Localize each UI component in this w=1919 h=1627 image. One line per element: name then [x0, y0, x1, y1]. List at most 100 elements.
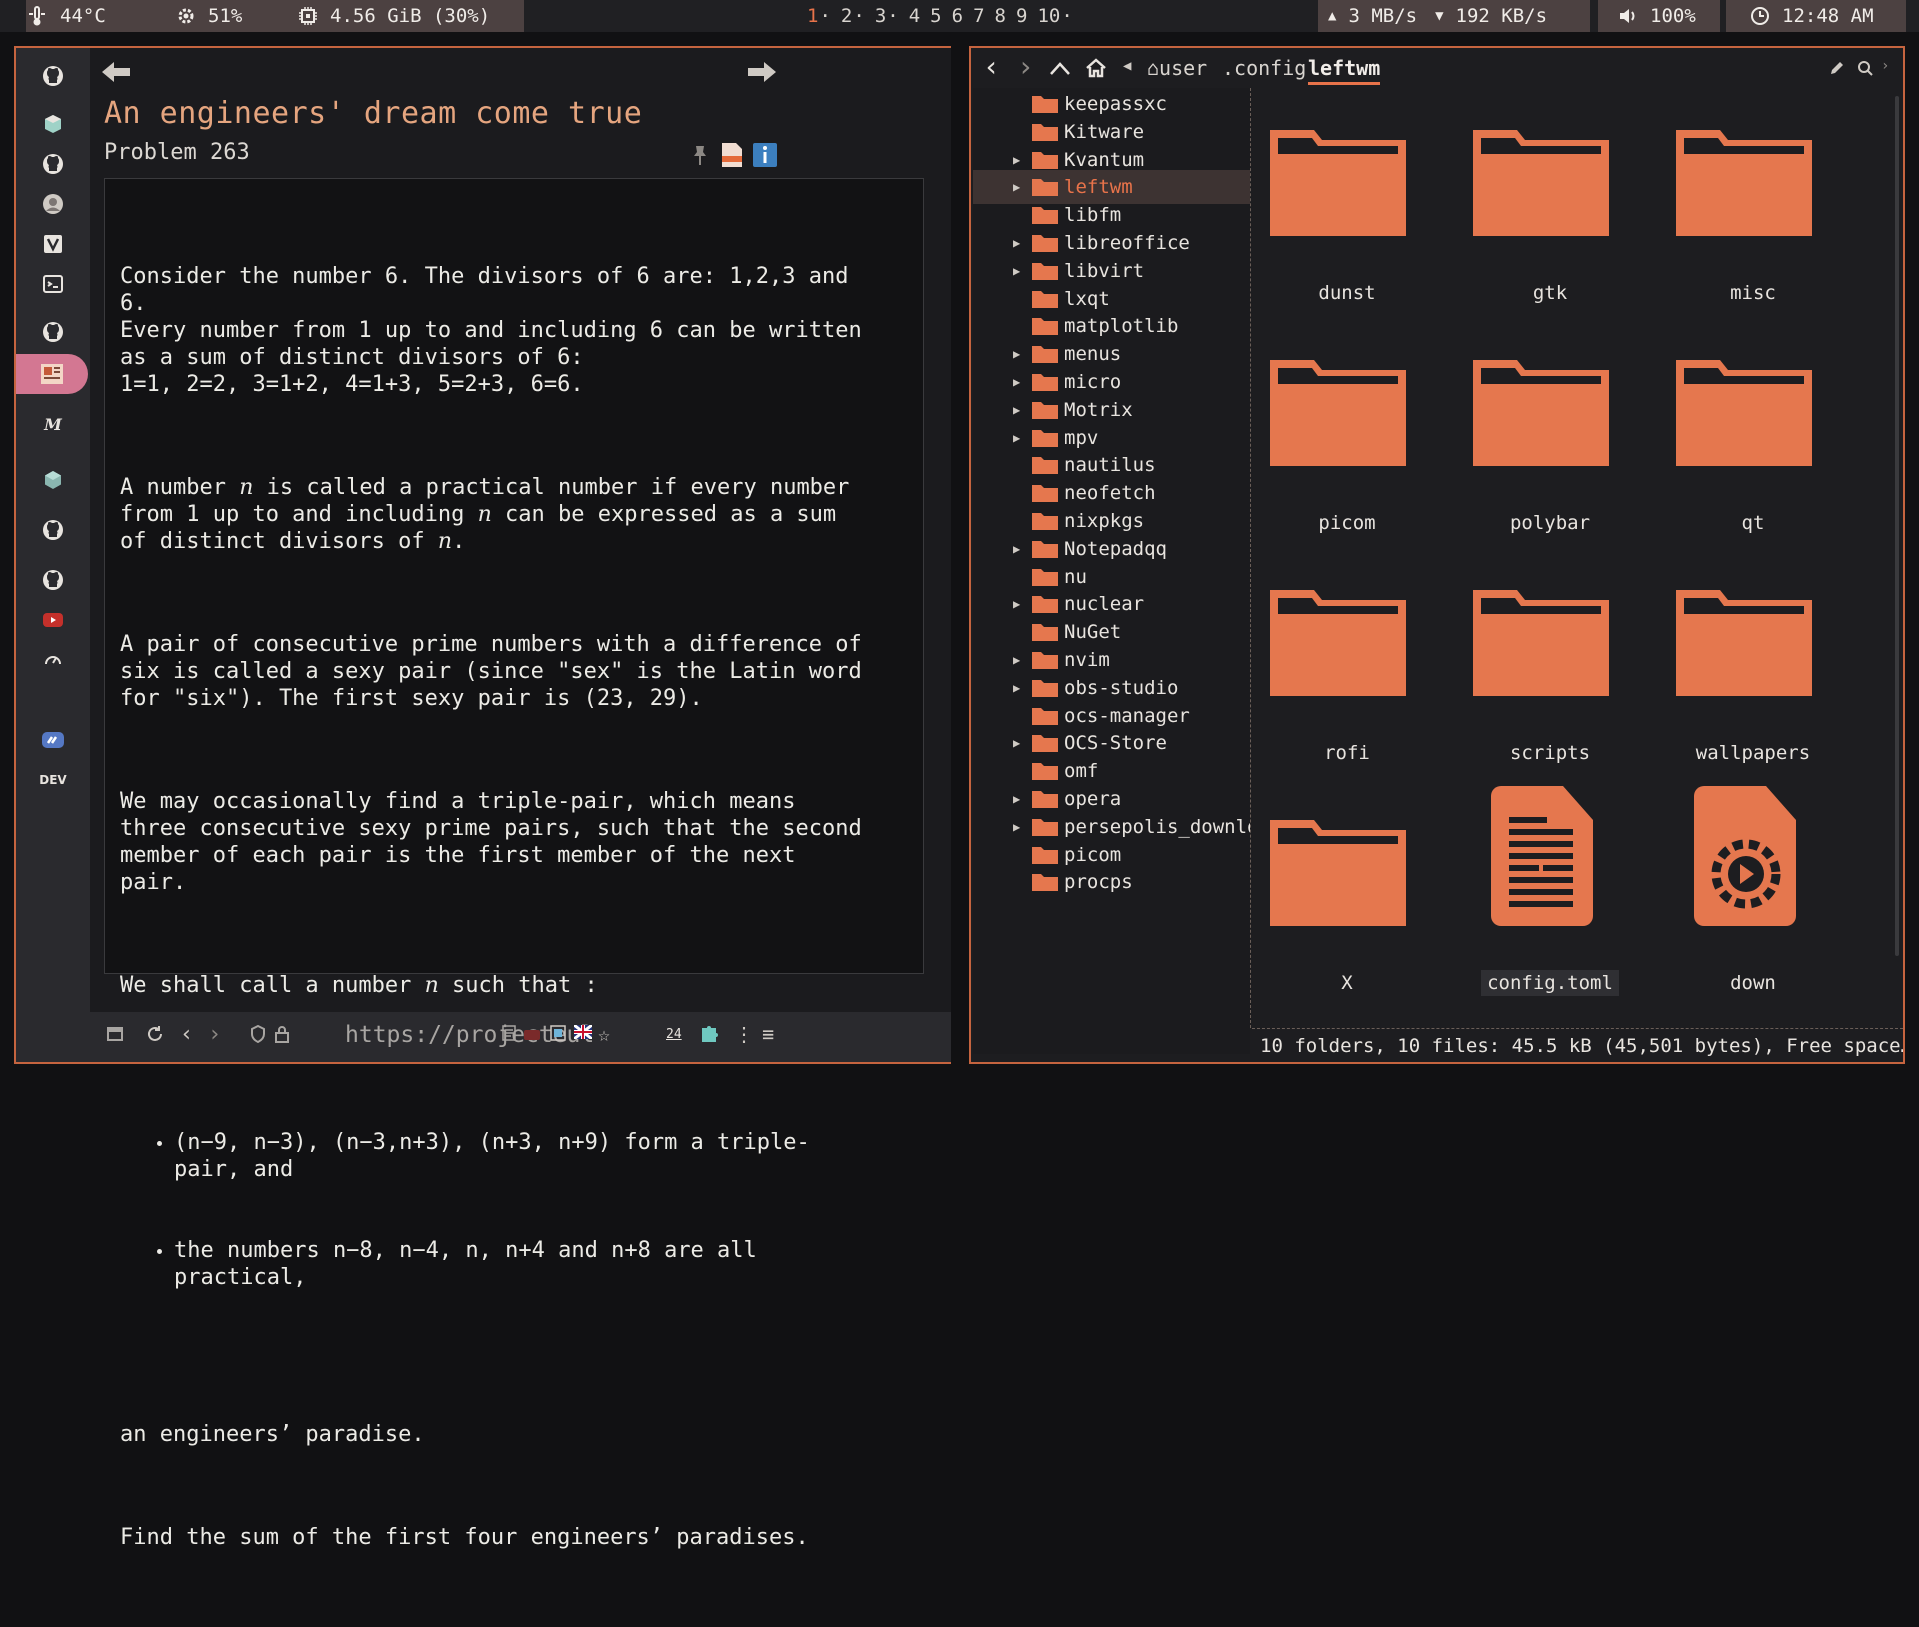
expand-arrow-icon[interactable]: ▶ [1013, 153, 1020, 167]
forward-chevron-icon[interactable]: › [208, 1022, 221, 1047]
ext-grid-icon[interactable] [550, 1025, 566, 1041]
edit-path-icon[interactable] [1829, 60, 1845, 76]
grid-item-down[interactable]: down [1668, 784, 1838, 1004]
pane-divider[interactable] [1250, 88, 1251, 1028]
folder-icon [1031, 678, 1059, 698]
grid-item-misc[interactable]: misc [1668, 120, 1838, 340]
grid-item-wallpapers[interactable]: wallpapers [1668, 580, 1838, 800]
expand-arrow-icon[interactable]: ▶ [1013, 597, 1020, 611]
grid-item-x[interactable]: X [1262, 810, 1432, 1028]
tree-item-label: libreoffice [1064, 232, 1190, 254]
expand-arrow-icon[interactable]: ▶ [1013, 681, 1020, 695]
breadcrumb-left-icon[interactable]: ◀ [1123, 58, 1131, 74]
sidebar-terminal-app[interactable] [24, 264, 82, 304]
sidebar-cube-app[interactable] [24, 460, 82, 500]
sidebar-github-1[interactable] [24, 56, 82, 96]
workspace-10[interactable]: 10 [1035, 5, 1074, 27]
info-icon[interactable] [752, 142, 778, 168]
workspace-2[interactable]: 2 [839, 5, 867, 27]
grid-item-qt[interactable]: qt [1668, 350, 1838, 570]
kebab-menu-icon[interactable]: ⋮ [734, 1022, 754, 1046]
badge-count[interactable]: 24 [666, 1027, 682, 1042]
sidebar-github-4[interactable] [24, 510, 82, 550]
expand-arrow-icon[interactable]: ▶ [1013, 403, 1020, 417]
reload-icon[interactable] [146, 1025, 164, 1043]
grid-item-rofi[interactable]: rofi [1262, 580, 1432, 800]
back-chevron-icon[interactable]: ‹ [180, 1022, 193, 1047]
up-chevron-icon[interactable] [1049, 60, 1071, 76]
workspace-1[interactable]: 1 [805, 5, 833, 27]
sidebar-youtube-app[interactable] [24, 600, 82, 640]
expand-arrow-icon[interactable]: ▶ [1013, 347, 1020, 361]
workspace-8[interactable]: 8 [993, 5, 1008, 27]
sidebar-link-app[interactable] [24, 720, 82, 760]
temperature-value: 44°C [60, 5, 106, 27]
grid-item-label: gtk [1465, 282, 1635, 304]
search-icon[interactable] [1857, 60, 1873, 76]
grid-item-label: dunst [1262, 282, 1432, 304]
forward-chevron-icon[interactable]: › [1017, 50, 1034, 83]
tree-item-procps[interactable]: procps [973, 865, 1250, 899]
sidebar-github-5[interactable] [24, 560, 82, 600]
workspace-5[interactable]: 5 [928, 5, 943, 27]
avatar-icon [43, 194, 63, 214]
html-file-icon[interactable] [720, 142, 744, 168]
sidebar-github-3[interactable] [24, 312, 82, 352]
extension-puzzle-icon[interactable] [698, 1022, 720, 1044]
expand-arrow-icon[interactable]: ▶ [1013, 792, 1020, 806]
sidebar-box-app[interactable] [24, 104, 82, 144]
expand-arrow-icon[interactable]: ▶ [1013, 236, 1020, 250]
expand-arrow-icon[interactable]: ▶ [1013, 264, 1020, 278]
github-icon [43, 66, 63, 86]
grid-item-dunst[interactable]: dunst [1262, 120, 1432, 340]
pin-icon[interactable] [690, 144, 710, 166]
expand-arrow-icon[interactable]: ▶ [1013, 653, 1020, 667]
folder-icon [1031, 372, 1059, 392]
workspace-9[interactable]: 9 [1014, 5, 1029, 27]
grid-item-text: dunst [1318, 282, 1376, 304]
grid-scrollbar[interactable] [1895, 96, 1899, 956]
breadcrumb-config[interactable]: .config [1222, 56, 1306, 80]
sidebar-m-app[interactable]: M [24, 404, 82, 444]
hamburger-menu-icon[interactable]: ≡ [762, 1022, 774, 1046]
reader-view-icon[interactable] [502, 1025, 516, 1041]
expand-arrow-icon[interactable]: ▶ [1013, 542, 1020, 556]
breadcrumb-user[interactable]: ⌂user [1147, 56, 1207, 80]
workspace-6[interactable]: 6 [950, 5, 965, 27]
shield-icon[interactable] [250, 1025, 266, 1043]
sidebar-v-app[interactable] [24, 224, 82, 264]
breadcrumb-leftwm[interactable]: leftwm [1308, 56, 1381, 85]
workspace-3[interactable]: 3 [873, 5, 901, 27]
sidebar-avatar-app[interactable] [24, 184, 82, 224]
speaker-icon [1620, 9, 1635, 23]
uk-flag-icon[interactable] [574, 1025, 592, 1039]
workspace-7[interactable]: 7 [971, 5, 986, 27]
sidebar-project-euler-active[interactable] [16, 354, 88, 394]
expand-arrow-icon[interactable]: ▶ [1013, 180, 1020, 194]
sidebar-dev-app[interactable]: DEV [24, 760, 82, 800]
expand-arrow-icon[interactable]: ▶ [1013, 375, 1020, 389]
forward-arrow-icon[interactable] [746, 60, 778, 84]
expand-arrow-icon[interactable]: ▶ [1013, 431, 1020, 445]
grid-item-text: config.toml [1481, 970, 1619, 996]
volume-widget[interactable]: 100% [1598, 0, 1720, 32]
grid-item-gtk[interactable]: gtk [1465, 120, 1635, 340]
expand-arrow-icon[interactable]: ▶ [1013, 820, 1020, 834]
bookmark-star-icon[interactable]: ☆ [598, 1022, 610, 1046]
back-chevron-icon[interactable]: ‹ [983, 50, 1000, 83]
toolbar-overflow-icon[interactable]: › [1881, 58, 1889, 74]
sidebar-speedometer-app[interactable] [24, 640, 82, 680]
back-arrow-icon[interactable] [100, 60, 132, 84]
sidebar-toggle-icon[interactable] [106, 1025, 124, 1043]
grid-item-polybar[interactable]: polybar [1465, 350, 1635, 570]
home-icon[interactable] [1085, 58, 1107, 78]
expand-arrow-icon[interactable]: ▶ [1013, 736, 1020, 750]
workspace-4[interactable]: 4 [907, 5, 922, 27]
grid-item-picom[interactable]: picom [1262, 350, 1432, 570]
network-widget: ▲ 3 MB/s ▼ 192 KB/s [1318, 0, 1590, 32]
terminal-icon [43, 275, 63, 293]
sidebar-github-2[interactable] [24, 144, 82, 184]
ext-red-icon[interactable] [524, 1030, 540, 1040]
grid-item-scripts[interactable]: scripts [1465, 580, 1635, 800]
grid-item-config-toml[interactable]: config.toml [1465, 784, 1635, 1004]
